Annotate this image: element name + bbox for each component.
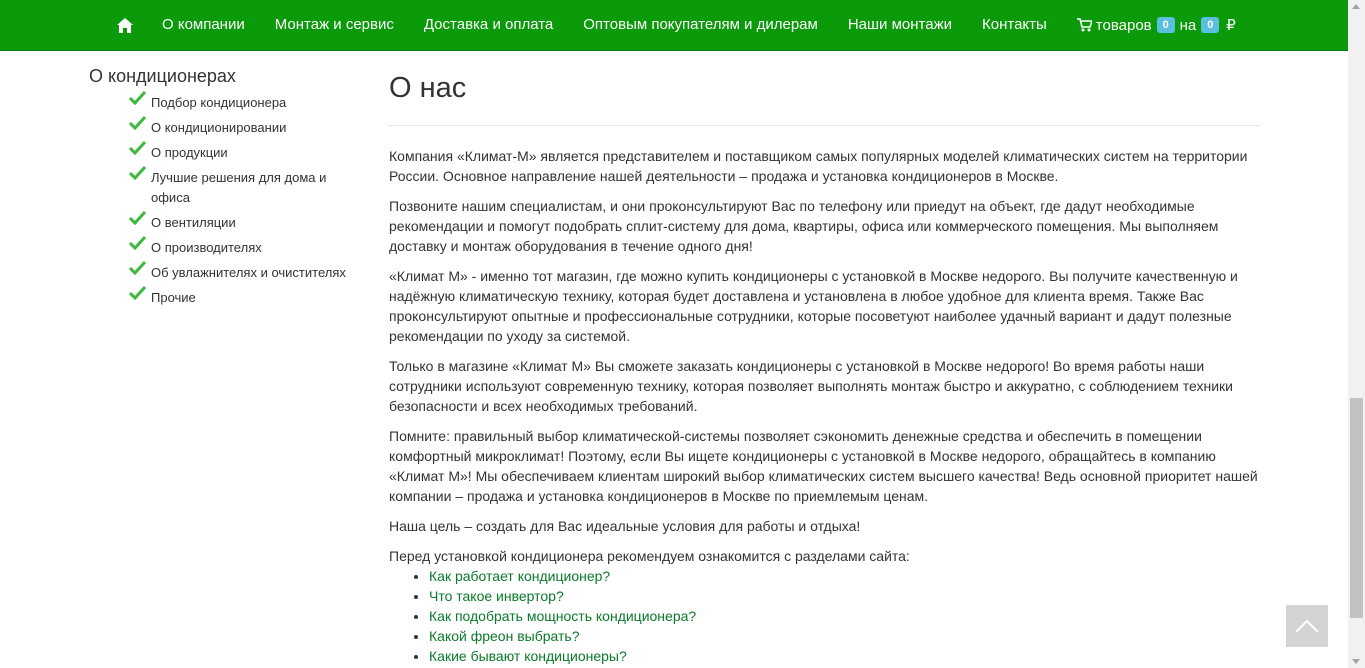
- page-scrollbar[interactable]: [1348, 0, 1365, 668]
- sidebar-item-humidifiers[interactable]: Об увлажнителях и очистителях: [129, 260, 369, 283]
- sidebar-item-label: О кондиционировании: [151, 120, 287, 135]
- sidebar-item-ventilation[interactable]: О вентиляции: [129, 210, 369, 233]
- home-icon: [117, 17, 133, 33]
- link-what-is-inverter[interactable]: Что такое инвертор?: [429, 588, 564, 604]
- list-item: Что такое инвертор?: [429, 586, 1259, 606]
- paragraph: Наша цель – создать для Вас идеальные ус…: [389, 518, 861, 534]
- paragraph: Помните: правильный выбор климатической-…: [389, 428, 1258, 504]
- scroll-to-top-button[interactable]: [1286, 605, 1328, 647]
- cart-goods-label: товаров: [1095, 16, 1152, 34]
- check-icon: [129, 285, 146, 300]
- scrollbar-thumb[interactable]: [1350, 398, 1363, 618]
- scroll-up-arrow-icon[interactable]: [1352, 4, 1360, 9]
- sidebar-title: О кондиционерах: [89, 66, 236, 86]
- list-item: Как подобрать мощность кондиционера?: [429, 606, 1259, 626]
- cart-sum-badge: 0: [1201, 17, 1220, 33]
- link-ac-types[interactable]: Какие бывают кондиционеры?: [429, 648, 627, 664]
- check-icon: [129, 140, 146, 155]
- page-title: О нас: [389, 72, 467, 104]
- check-icon: [129, 260, 146, 275]
- main-nav: О компании Монтаж и сервис Доставка и оп…: [103, 0, 1236, 50]
- sidebar-item-label: Об увлажнителях и очистителях: [151, 265, 346, 280]
- sidebar-item-label: Подбор кондиционера: [151, 95, 287, 110]
- nav-item-delivery-payment[interactable]: Доставка и оплата: [409, 0, 568, 50]
- list-item: Как работает кондиционер?: [429, 566, 1259, 586]
- links-intro: Перед установкой кондиционера рекомендуе…: [389, 548, 910, 564]
- sidebar-item-manufacturers[interactable]: О производителях: [129, 235, 369, 258]
- scroll-down-arrow-icon[interactable]: [1352, 659, 1360, 664]
- nav-item-install-service[interactable]: Монтаж и сервис: [260, 0, 409, 50]
- cart-icon: [1076, 18, 1092, 32]
- title-divider: [389, 125, 1259, 126]
- link-choose-freon[interactable]: Какой фреон выбрать?: [429, 628, 580, 644]
- sidebar-item-label: О вентиляции: [151, 215, 236, 230]
- main-content: О нас Компания «Климат-М» является предс…: [389, 68, 1259, 666]
- sidebar: О кондиционерах Подбор кондиционера О ко…: [89, 66, 369, 313]
- paragraph: «Климат М» - именно тот магазин, где мож…: [389, 268, 1238, 344]
- paragraph: Позвоните нашим специалистам, и они прок…: [389, 198, 1219, 254]
- list-item: Какие бывают кондиционеры?: [429, 646, 1259, 666]
- chevron-up-icon: [1295, 619, 1319, 633]
- check-icon: [129, 210, 146, 225]
- sidebar-item-other[interactable]: Прочие: [129, 285, 369, 308]
- sidebar-item-best-solutions[interactable]: Лучшие решения для дома и офиса: [129, 165, 369, 208]
- cart-currency: ₽: [1226, 17, 1236, 34]
- sidebar-item-label: Лучшие решения для дома и офиса: [151, 170, 327, 205]
- nav-item-our-installs[interactable]: Наши монтажи: [833, 0, 967, 50]
- nav-home[interactable]: [103, 0, 147, 50]
- sidebar-item-conditioning[interactable]: О кондиционировании: [129, 115, 369, 138]
- cart-count-badge: 0: [1156, 17, 1175, 33]
- nav-item-contacts[interactable]: Контакты: [967, 0, 1062, 50]
- sidebar-item-label: О продукции: [151, 145, 228, 160]
- list-item: Какой фреон выбрать?: [429, 626, 1259, 646]
- link-choose-power[interactable]: Как подобрать мощность кондиционера?: [429, 608, 696, 624]
- check-icon: [129, 90, 146, 105]
- link-how-ac-works[interactable]: Как работает кондиционер?: [429, 568, 610, 584]
- paragraph: Только в магазине «Климат М» Вы сможете …: [389, 358, 1234, 414]
- nav-item-wholesale[interactable]: Оптовым покупателям и дилерам: [568, 0, 833, 50]
- paragraph: Компания «Климат-М» является представите…: [389, 148, 1248, 184]
- check-icon: [129, 115, 146, 130]
- check-icon: [129, 165, 146, 180]
- sidebar-item-label: Прочие: [151, 290, 196, 305]
- check-icon: [129, 235, 146, 250]
- nav-item-about[interactable]: О компании: [147, 0, 260, 50]
- top-navbar: О компании Монтаж и сервис Доставка и оп…: [0, 0, 1348, 51]
- sidebar-menu: Подбор кондиционера О кондиционировании …: [89, 90, 369, 308]
- related-links: Как работает кондиционер? Что такое инве…: [389, 566, 1259, 666]
- sidebar-item-products[interactable]: О продукции: [129, 140, 369, 163]
- sidebar-item-selection[interactable]: Подбор кондиционера: [129, 90, 369, 113]
- sidebar-item-label: О производителях: [151, 240, 262, 255]
- cart-summary[interactable]: товаров 0 на 0 ₽: [1062, 0, 1236, 50]
- cart-on-label: на: [1179, 16, 1197, 34]
